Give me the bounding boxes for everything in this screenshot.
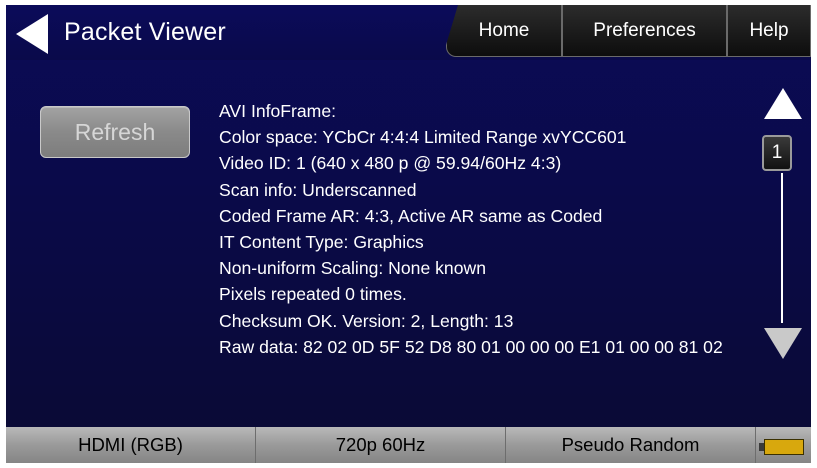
tab-help-label: Help bbox=[749, 19, 789, 41]
status-interface: HDMI (RGB) bbox=[6, 427, 256, 463]
info-line-coded-frame-ar: Coded Frame AR: 4:3, Active AR same as C… bbox=[219, 205, 603, 226]
page-title: Packet Viewer bbox=[64, 18, 226, 46]
info-line-header: AVI InfoFrame: bbox=[219, 101, 337, 121]
info-line-scaling: Non-uniform Scaling: None known bbox=[219, 258, 486, 279]
tab-preferences-label: Preferences bbox=[593, 19, 696, 41]
info-line-video-id: Video ID: 1 (640 x 480 p @ 59.94/60Hz 4:… bbox=[219, 153, 562, 174]
screen: Packet Viewer Home Preferences Help Refr… bbox=[6, 5, 811, 463]
tab-home[interactable]: Home bbox=[446, 5, 562, 57]
scroll-up-button[interactable] bbox=[763, 87, 803, 120]
tab-preferences[interactable]: Preferences bbox=[562, 5, 727, 57]
packet-info-text: AVI InfoFrame: Color space: YCbCr 4:4:4 … bbox=[219, 98, 754, 360]
info-line-content-type: IT Content Type: Graphics bbox=[219, 232, 424, 253]
status-format-text: 720p 60Hz bbox=[335, 434, 426, 455]
page-number: 1 bbox=[771, 142, 783, 163]
refresh-button-label: Refresh bbox=[74, 118, 156, 145]
back-arrow-icon bbox=[16, 14, 48, 54]
battery-status bbox=[756, 427, 811, 463]
info-line-scan-info: Scan info: Underscanned bbox=[219, 179, 417, 200]
info-line-pixel-repeat: Pixels repeated 0 times. bbox=[219, 284, 407, 305]
tab-home-label: Home bbox=[478, 19, 530, 41]
info-line-raw-data: Raw data: 82 02 0D 5F 52 D8 80 01 00 00 … bbox=[219, 336, 723, 357]
scroll-down-button[interactable] bbox=[763, 327, 803, 360]
refresh-button[interactable]: Refresh bbox=[40, 106, 190, 158]
info-line-color-space: Color space: YCbCr 4:4:4 Limited Range x… bbox=[219, 127, 627, 148]
status-format: 720p 60Hz bbox=[256, 427, 506, 463]
back-button[interactable] bbox=[12, 12, 52, 56]
battery-terminal bbox=[758, 443, 764, 451]
triangle-down-icon bbox=[764, 328, 802, 359]
status-pattern: Pseudo Random bbox=[506, 427, 756, 463]
scroll-track[interactable] bbox=[781, 173, 783, 323]
tab-help[interactable]: Help bbox=[727, 5, 811, 57]
status-pattern-text: Pseudo Random bbox=[561, 434, 700, 455]
page-indicator: 1 bbox=[762, 135, 792, 171]
battery-icon bbox=[758, 439, 804, 455]
info-line-checksum: Checksum OK. Version: 2, Length: 13 bbox=[219, 310, 514, 331]
header-bar: Packet Viewer Home Preferences Help bbox=[6, 5, 811, 60]
triangle-up-icon bbox=[764, 88, 802, 119]
status-interface-text: HDMI (RGB) bbox=[78, 434, 183, 455]
status-bar: HDMI (RGB) 720p 60Hz Pseudo Random bbox=[6, 427, 811, 463]
